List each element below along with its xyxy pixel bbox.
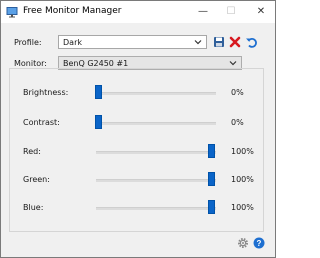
brightness-slider-thumb[interactable] xyxy=(95,85,102,99)
settings-icon[interactable] xyxy=(237,237,249,249)
save-icon[interactable] xyxy=(213,36,225,48)
profile-label: Profile: xyxy=(14,38,42,47)
main-window: Free Monitor Manager — ☐ ✕ Profile: Dark… xyxy=(0,0,276,258)
green-slider-track[interactable] xyxy=(96,179,216,182)
client-area: Profile: Dark Monitor: BenQ G2450 #1 Bri… xyxy=(1,23,275,257)
svg-text:?: ? xyxy=(257,239,262,248)
brightness-value: 0% xyxy=(231,88,244,97)
profile-selected-value: Dark xyxy=(63,38,82,47)
red-value: 100% xyxy=(231,147,254,156)
red-slider-track[interactable] xyxy=(96,151,216,154)
delete-icon[interactable] xyxy=(229,36,241,48)
monitor-label: Monitor: xyxy=(14,59,47,68)
blue-value: 100% xyxy=(231,203,254,212)
contrast-slider-thumb[interactable] xyxy=(95,115,102,129)
contrast-label: Contrast: xyxy=(23,118,60,127)
green-slider-thumb[interactable] xyxy=(208,172,215,186)
blue-label: Blue: xyxy=(23,203,44,212)
brightness-label: Brightness: xyxy=(23,88,69,97)
contrast-slider-track[interactable] xyxy=(96,122,216,125)
close-button[interactable]: ✕ xyxy=(247,1,275,23)
undo-icon[interactable] xyxy=(245,36,257,48)
profile-dropdown[interactable]: Dark xyxy=(58,35,207,49)
monitor-app-icon xyxy=(6,7,18,18)
window-title: Free Monitor Manager xyxy=(23,6,122,16)
blue-slider-track[interactable] xyxy=(96,207,216,210)
blue-slider-thumb[interactable] xyxy=(208,200,215,214)
brightness-slider-track[interactable] xyxy=(96,92,216,95)
contrast-value: 0% xyxy=(231,118,244,127)
help-icon[interactable]: ? xyxy=(253,237,265,249)
monitor-selected-value: BenQ G2450 #1 xyxy=(63,59,129,68)
chevron-down-icon xyxy=(229,61,237,66)
minimize-button[interactable]: — xyxy=(189,1,217,23)
green-label: Green: xyxy=(23,175,50,184)
red-slider-thumb[interactable] xyxy=(208,144,215,158)
title-bar[interactable]: Free Monitor Manager — ☐ ✕ xyxy=(1,1,275,23)
chevron-down-icon xyxy=(194,40,202,45)
green-value: 100% xyxy=(231,175,254,184)
maximize-button[interactable]: ☐ xyxy=(217,1,245,23)
red-label: Red: xyxy=(23,147,41,156)
